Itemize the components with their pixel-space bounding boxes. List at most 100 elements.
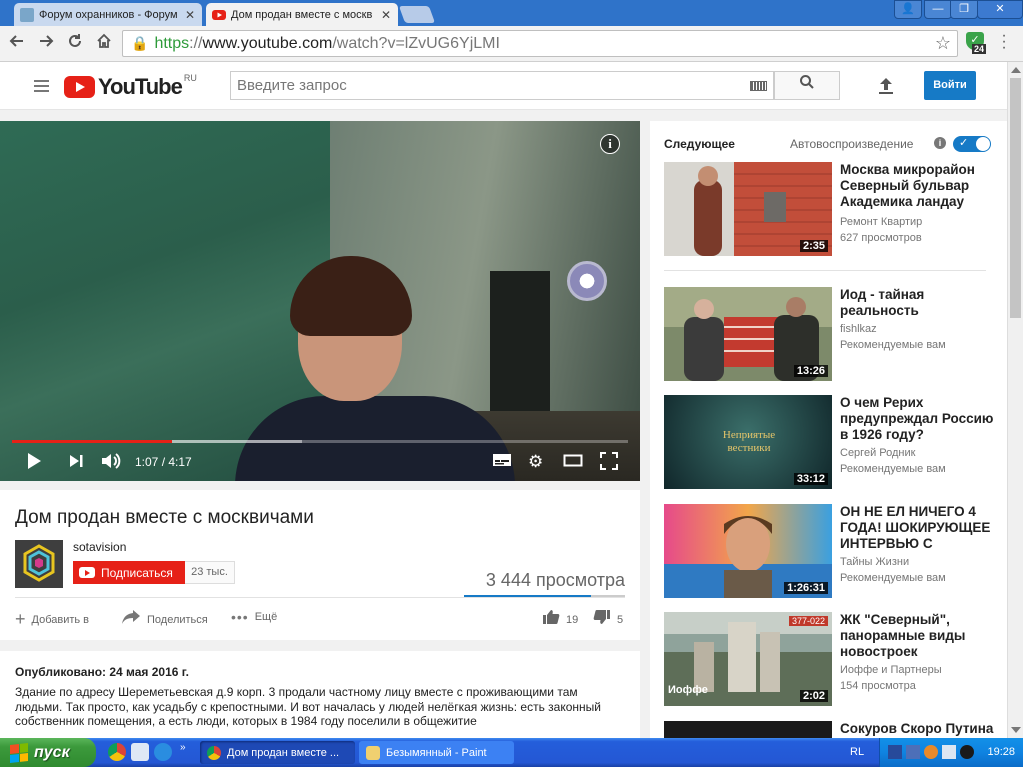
related-video-item[interactable]: 1:26:31 ОН НЕ ЕЛ НИЧЕГО 4 ГОДА! ШОКИРУЮЩ… bbox=[664, 504, 994, 598]
scrollbar-thumb[interactable] bbox=[1010, 78, 1021, 318]
dislike-count: 5 bbox=[617, 613, 624, 626]
minimize-button[interactable]: — bbox=[924, 0, 952, 19]
windows-taskbar: пуск » Дом продан вместе ... Безымянный … bbox=[0, 738, 1023, 767]
close-window-button[interactable]: ✕ bbox=[977, 0, 1023, 19]
keyboard-icon[interactable] bbox=[750, 81, 767, 91]
antivirus-icon[interactable] bbox=[960, 745, 974, 759]
taskbar-button-chrome[interactable]: Дом продан вместе ... bbox=[200, 741, 355, 764]
speaker-icon[interactable] bbox=[942, 745, 956, 759]
maximize-button[interactable]: ❐ bbox=[950, 0, 978, 19]
chrome-icon bbox=[207, 745, 221, 760]
reload-icon[interactable] bbox=[63, 31, 87, 55]
related-video-channel: Ремонт Квартир bbox=[840, 216, 923, 228]
back-arrow-icon[interactable] bbox=[5, 31, 29, 55]
url-host: www.youtube.com bbox=[202, 34, 333, 52]
youtube-subscribe-icon bbox=[79, 567, 95, 578]
description-text: Здание по адресу Шереметьевская д.9 корп… bbox=[15, 685, 601, 728]
network-icon[interactable] bbox=[888, 745, 902, 759]
video-player[interactable] bbox=[0, 121, 640, 481]
view-count: 3 444 просмотра bbox=[485, 570, 625, 590]
search-input[interactable]: Введите запрос bbox=[230, 71, 774, 100]
tab-forum-title: Форум охранников - Форум bbox=[39, 8, 178, 21]
subtitles-icon[interactable] bbox=[492, 452, 512, 472]
video-info-card: Дом продан вместе с москвичами sotavisio… bbox=[0, 490, 640, 640]
youtube-play-logo-icon bbox=[64, 76, 95, 98]
video-thumbnail[interactable]: 377-022 Иоффе 2:02 bbox=[664, 612, 832, 706]
youtube-logo[interactable]: YouTube RU bbox=[64, 73, 197, 100]
browser-tab-strip: Форум охранников - Форум ✕ Дом продан вм… bbox=[0, 0, 1023, 26]
ccleaner-quicklaunch-icon[interactable] bbox=[131, 743, 149, 761]
related-video-title[interactable]: Сокуров Скоро Путина bbox=[840, 721, 994, 737]
next-video-icon[interactable] bbox=[68, 452, 84, 472]
up-next-label: Следующее bbox=[664, 137, 735, 151]
related-video-title[interactable]: ОН НЕ ЕЛ НИЧЕГО 4 ГОДА! ШОКИРУЮЩЕЕ ИНТЕР… bbox=[840, 504, 996, 552]
search-button[interactable] bbox=[774, 71, 840, 100]
add-to-button[interactable]: + Добавить в bbox=[15, 609, 89, 630]
related-video-channel: fishlkaz bbox=[840, 323, 877, 335]
extension-shield-icon[interactable]: ✓ 24 bbox=[966, 32, 987, 54]
tab-close-icon[interactable]: ✕ bbox=[380, 8, 392, 22]
channel-avatar[interactable] bbox=[15, 540, 63, 588]
guide-menu-icon[interactable] bbox=[34, 80, 49, 95]
related-video-title[interactable]: ЖК "Северный", панорамные виды новострое… bbox=[840, 612, 996, 660]
info-card-icon[interactable]: i bbox=[600, 134, 620, 154]
subscribe-button[interactable]: Подписаться bbox=[73, 561, 185, 584]
player-progress-bar[interactable] bbox=[12, 440, 628, 443]
youtube-logo-text: YouTube bbox=[98, 74, 183, 99]
tab-forum[interactable]: Форум охранников - Форум ✕ bbox=[14, 3, 202, 26]
system-clock[interactable]: 19:28 bbox=[987, 746, 1015, 758]
related-video-title[interactable]: Москва микрорайон Северный бульвар Акаде… bbox=[840, 162, 996, 210]
bookmark-star-icon[interactable]: ☆ bbox=[935, 33, 951, 54]
divider bbox=[15, 597, 625, 598]
video-thumbnail[interactable]: 2:35 bbox=[664, 162, 832, 256]
chrome-menu-icon[interactable]: · · · bbox=[998, 28, 1010, 56]
taskbar-button-label: Безымянный - Paint bbox=[386, 746, 487, 759]
dislike-button[interactable]: 5 bbox=[593, 609, 623, 630]
scroll-up-arrow-icon[interactable] bbox=[1011, 67, 1021, 73]
language-indicator[interactable]: RL bbox=[850, 746, 864, 758]
chrome-quicklaunch-icon[interactable] bbox=[108, 743, 126, 761]
video-thumbnail[interactable]: 13:26 bbox=[664, 287, 832, 381]
home-icon[interactable] bbox=[92, 31, 116, 55]
autoplay-info-icon[interactable]: i bbox=[934, 137, 946, 149]
new-tab-button[interactable] bbox=[398, 6, 436, 23]
subscriber-count: 23 тыс. bbox=[185, 561, 235, 584]
settings-gear-icon[interactable]: ⚙ bbox=[528, 452, 546, 472]
sign-in-button[interactable]: Войти bbox=[924, 71, 976, 100]
address-bar[interactable]: 🔒 https://www.youtube.com/watch?v=lZvUG6… bbox=[122, 30, 958, 57]
share-button[interactable]: Поделиться bbox=[121, 609, 208, 630]
related-video-item[interactable]: 2:35 Москва микрорайон Северный бульвар … bbox=[664, 162, 994, 256]
tab-youtube[interactable]: Дом продан вместе с москв ✕ bbox=[206, 3, 398, 26]
play-icon[interactable] bbox=[26, 452, 42, 472]
taskbar-button-paint[interactable]: Безымянный - Paint bbox=[359, 741, 514, 764]
video-duration: 13:26 bbox=[793, 365, 828, 377]
like-button[interactable]: 19 bbox=[542, 609, 578, 630]
video-thumbnail[interactable]: Неприятые вестники 33:12 bbox=[664, 395, 832, 489]
theater-mode-icon[interactable] bbox=[563, 452, 583, 472]
autoplay-toggle[interactable]: ✓ bbox=[953, 136, 991, 152]
scroll-down-arrow-icon[interactable] bbox=[1011, 727, 1021, 733]
forward-arrow-icon[interactable] bbox=[34, 31, 58, 55]
related-video-title[interactable]: Иод - тайная реальность bbox=[840, 287, 996, 319]
internet-explorer-quicklaunch-icon[interactable] bbox=[154, 743, 172, 761]
user-profile-icon[interactable]: 👤 bbox=[894, 0, 922, 19]
thumbnail-label: 377-022 bbox=[788, 616, 828, 626]
related-video-item[interactable]: 13:26 Иод - тайная реальность fishlkaz Р… bbox=[664, 287, 994, 381]
related-video-item[interactable]: Неприятые вестники 33:12 О чем Рерих пре… bbox=[664, 395, 994, 489]
volume-icon[interactable] bbox=[100, 452, 122, 472]
related-video-item[interactable]: 377-022 Иоффе 2:02 ЖК "Северный", панора… bbox=[664, 612, 994, 706]
quicklaunch-expand-icon[interactable]: » bbox=[180, 742, 186, 753]
start-button[interactable]: пуск bbox=[0, 738, 96, 767]
fullscreen-icon[interactable] bbox=[600, 452, 618, 472]
youtube-favicon-icon bbox=[212, 8, 226, 22]
display-icon[interactable] bbox=[906, 745, 920, 759]
video-thumbnail[interactable]: 1:26:31 bbox=[664, 504, 832, 598]
channel-name[interactable]: sotavision bbox=[73, 540, 126, 554]
page-scrollbar[interactable] bbox=[1007, 62, 1023, 738]
related-video-title[interactable]: О чем Рерих предупреждал Россию в 1926 г… bbox=[840, 395, 996, 443]
avast-icon[interactable] bbox=[924, 745, 938, 759]
tab-close-icon[interactable]: ✕ bbox=[184, 8, 196, 22]
more-button[interactable]: ••• Ещё bbox=[231, 609, 277, 625]
publish-date: Опубликовано: 24 мая 2016 г. bbox=[15, 665, 189, 679]
upload-icon[interactable] bbox=[877, 76, 897, 96]
